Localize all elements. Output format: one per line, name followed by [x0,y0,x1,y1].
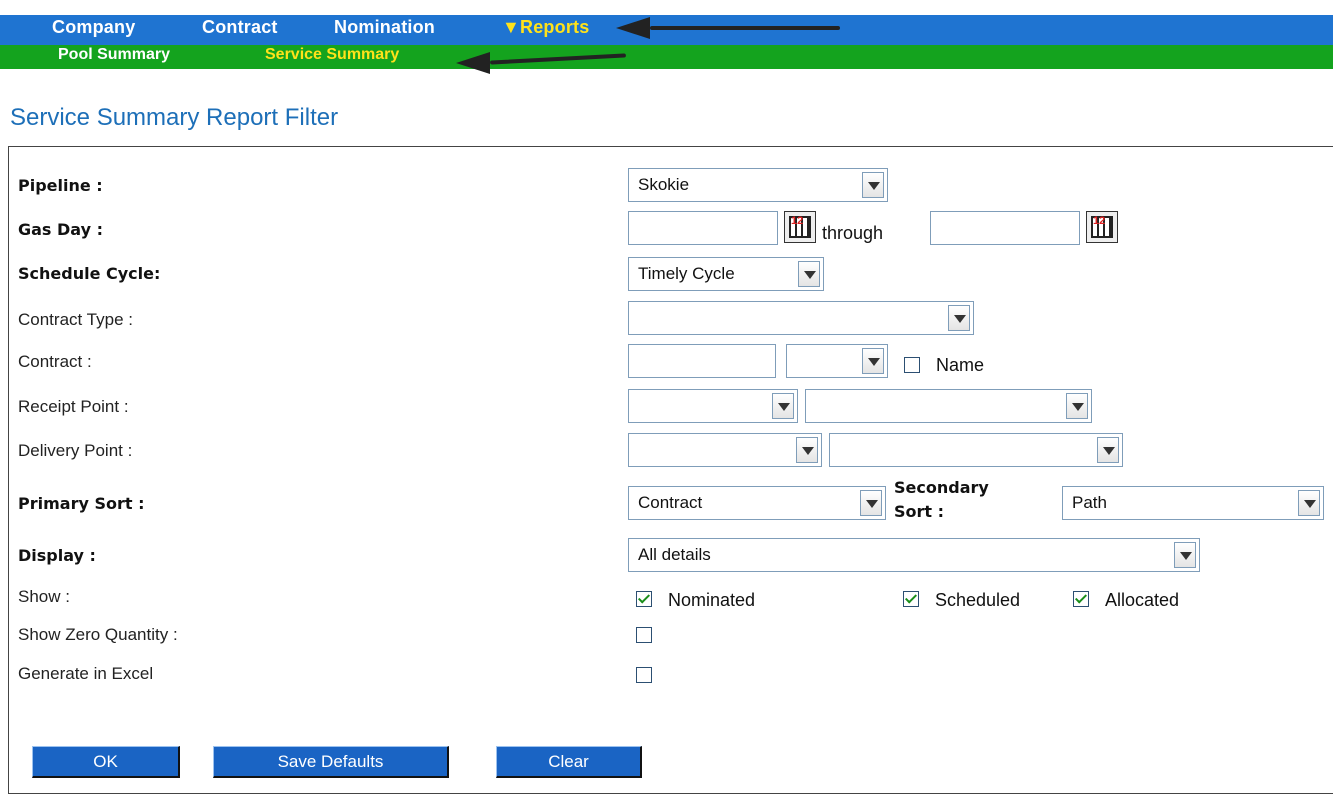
gas-day-from-input[interactable] [628,211,778,245]
chevron-down-icon[interactable] [948,305,970,331]
submenu-service-summary[interactable]: Service Summary [265,46,399,64]
receipt-point-code-select[interactable] [628,389,798,423]
calendar-icon[interactable]: 12 [1086,211,1118,243]
chevron-down-icon[interactable] [1066,393,1088,419]
chevron-down-icon[interactable] [1298,490,1320,516]
secondary-sort-label-line2: Sort : [894,502,945,521]
primary-sort-select[interactable]: Contract [628,486,886,520]
arrow-icon [650,26,840,30]
generate-excel-label: Generate in Excel [18,664,154,683]
display-select[interactable]: All details [628,538,1200,572]
secondary-sort-select[interactable]: Path [1062,486,1324,520]
chevron-down-icon[interactable] [860,490,882,516]
primary-sort-label: Primary Sort : [18,494,145,513]
secondary-sort-value: Path [1072,493,1107,512]
arrow-head-icon [616,17,650,39]
show-zero-quantity-label: Show Zero Quantity : [18,625,178,644]
menu-reports[interactable]: ▼Reports [502,17,589,38]
contract-select[interactable] [786,344,888,378]
name-label: Name [936,355,985,375]
show-zero-quantity-checkbox[interactable] [636,627,652,643]
allocated-label: Allocated [1105,590,1180,610]
show-label: Show : [18,587,70,606]
nominated-label: Nominated [668,590,756,610]
ok-button[interactable]: OK [32,746,180,778]
chevron-down-icon[interactable] [862,348,884,374]
delivery-point-label: Delivery Point : [18,441,133,460]
chevron-down-icon[interactable] [798,261,820,287]
contract-type-label: Contract Type : [18,310,133,329]
scheduled-checkbox[interactable] [903,591,919,607]
clear-button[interactable]: Clear [496,746,642,778]
contract-label: Contract : [18,352,92,371]
primary-sort-value: Contract [638,493,703,512]
schedule-cycle-label: Schedule Cycle: [18,264,161,283]
calendar-icon[interactable]: 12 [784,211,816,243]
save-defaults-button[interactable]: Save Defaults [213,746,449,778]
display-value: All details [638,545,711,564]
top-menu-bar [0,15,1333,45]
menu-contract[interactable]: Contract [202,17,278,38]
arrow-head-icon [456,52,490,74]
contract-type-select[interactable] [628,301,974,335]
pipeline-select[interactable]: Skokie [628,168,888,202]
schedule-cycle-value: Timely Cycle [638,264,735,283]
menu-company[interactable]: Company [52,17,135,38]
chevron-down-icon[interactable] [796,437,818,463]
contract-input[interactable] [628,344,776,378]
nominated-checkbox[interactable] [636,591,652,607]
allocated-checkbox[interactable] [1073,591,1089,607]
sub-menu-bar [0,45,1333,69]
delivery-point-name-select[interactable] [829,433,1123,467]
page-title: Service Summary Report Filter [10,104,339,131]
secondary-sort-label: Secondary [894,478,989,497]
through-label: through [822,223,884,243]
menu-nomination[interactable]: Nomination [334,17,435,38]
delivery-point-code-select[interactable] [628,433,822,467]
gas-day-label: Gas Day : [18,220,104,239]
generate-excel-checkbox[interactable] [636,667,652,683]
display-label: Display : [18,546,96,565]
receipt-point-name-select[interactable] [805,389,1092,423]
pipeline-value: Skokie [638,175,690,194]
gas-day-to-input[interactable] [930,211,1080,245]
receipt-point-label: Receipt Point : [18,397,129,416]
chevron-down-icon[interactable] [772,393,794,419]
name-checkbox[interactable] [904,357,920,373]
pipeline-label: Pipeline : [18,176,103,195]
schedule-cycle-select[interactable]: Timely Cycle [628,257,824,291]
scheduled-label: Scheduled [935,590,1021,610]
submenu-pool-summary[interactable]: Pool Summary [58,46,170,64]
chevron-down-icon[interactable] [1174,542,1196,568]
chevron-down-icon[interactable] [1097,437,1119,463]
chevron-down-icon[interactable] [862,172,884,198]
